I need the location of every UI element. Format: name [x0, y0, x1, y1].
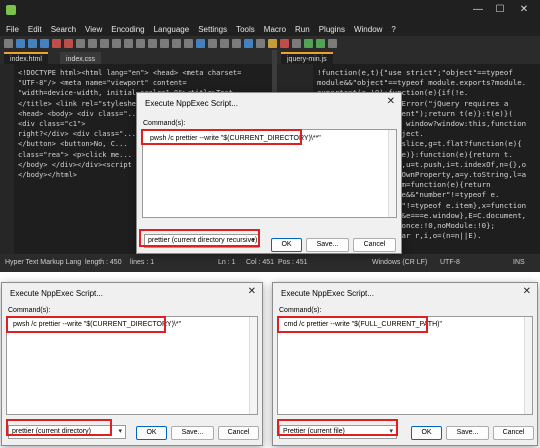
- show-all-chars-icon[interactable]: [220, 38, 229, 48]
- commands-label: Command(s):: [279, 307, 322, 314]
- function-list-icon[interactable]: [256, 38, 265, 48]
- close-button[interactable]: ✕: [516, 4, 532, 16]
- close-file-icon[interactable]: [52, 38, 61, 48]
- save-button[interactable]: Save...: [171, 426, 214, 440]
- dialog-close-button[interactable]: ✕: [387, 96, 395, 107]
- scrollbar[interactable]: [249, 317, 257, 414]
- save-all-icon[interactable]: [40, 38, 49, 48]
- folder-as-workspace-icon[interactable]: [268, 38, 277, 48]
- minimize-button[interactable]: —: [470, 4, 486, 16]
- tab-label: jquery-min.js: [287, 56, 327, 63]
- save-button[interactable]: Save...: [446, 426, 489, 440]
- ok-button[interactable]: OK: [271, 238, 302, 252]
- execute-nppexec-dialog-top: Execute NppExec Script... ✕ Command(s): …: [136, 92, 402, 254]
- scrollbar[interactable]: [388, 130, 396, 217]
- replace-icon[interactable]: [160, 38, 169, 48]
- maximize-button[interactable]: ☐: [492, 4, 508, 16]
- menu-language[interactable]: Language: [154, 25, 190, 34]
- status-language: Hyper Text Markup Lang: [5, 259, 82, 266]
- paste-icon[interactable]: [112, 38, 121, 48]
- cancel-button[interactable]: Cancel: [353, 238, 396, 252]
- status-eol: Windows (CR LF): [372, 259, 428, 266]
- redo-icon[interactable]: [136, 38, 145, 48]
- execute-nppexec-dialog-bottom-right: Execute NppExec Script... ✕ Command(s): …: [272, 282, 538, 446]
- script-highlight: [6, 419, 112, 436]
- app-icon: [6, 5, 16, 15]
- cancel-button[interactable]: Cancel: [218, 426, 259, 440]
- menu-help[interactable]: ?: [391, 25, 395, 34]
- open-file-icon[interactable]: [16, 38, 25, 48]
- undo-icon[interactable]: [124, 38, 133, 48]
- menu-plugins[interactable]: Plugins: [319, 25, 345, 34]
- command-highlight: [277, 316, 428, 333]
- ok-button[interactable]: OK: [411, 426, 442, 440]
- dialog-title: Execute NppExec Script...: [281, 289, 374, 298]
- status-pos: Pos : 451: [278, 259, 308, 266]
- script-highlight: [277, 419, 398, 436]
- cut-icon[interactable]: [88, 38, 97, 48]
- tab-jquery-min-js[interactable]: jquery-min.js: [281, 52, 333, 64]
- record-macro-icon[interactable]: [280, 38, 289, 48]
- copy-icon[interactable]: [100, 38, 109, 48]
- save-icon[interactable]: [28, 38, 37, 48]
- toolbar: [0, 36, 540, 50]
- cancel-button[interactable]: Cancel: [493, 426, 534, 440]
- indent-guide-icon[interactable]: [232, 38, 241, 48]
- tab-label: index.html: [10, 56, 42, 63]
- execute-nppexec-dialog-bottom-left: Execute NppExec Script... ✕ Command(s): …: [1, 282, 263, 446]
- find-icon[interactable]: [148, 38, 157, 48]
- dialog-title: Execute NppExec Script...: [10, 289, 103, 298]
- save-macro-icon[interactable]: [328, 38, 337, 48]
- menu-macro[interactable]: Macro: [264, 25, 286, 34]
- line-number-gutter: [0, 64, 14, 254]
- commands-label: Command(s):: [143, 120, 186, 127]
- print-icon[interactable]: [76, 38, 85, 48]
- menu-bar: File Edit Search View Encoding Language …: [0, 22, 540, 36]
- script-highlight: [139, 229, 260, 247]
- menu-run[interactable]: Run: [295, 25, 310, 34]
- zoom-out-icon[interactable]: [184, 38, 193, 48]
- status-bar: Hyper Text Markup Lang length : 450 line…: [0, 254, 540, 272]
- command-highlight: [141, 129, 302, 145]
- status-col: Col : 451: [246, 259, 275, 266]
- title-bar: — ☐ ✕: [0, 0, 540, 22]
- scrollbar[interactable]: [524, 317, 532, 414]
- dialog-close-button[interactable]: ✕: [523, 286, 531, 297]
- status-length: length : 450: [85, 259, 122, 266]
- command-highlight: [6, 316, 166, 333]
- menu-edit[interactable]: Edit: [28, 25, 42, 34]
- menu-settings[interactable]: Settings: [198, 25, 227, 34]
- menu-search[interactable]: Search: [51, 25, 76, 34]
- tab-label: index.css: [66, 56, 96, 63]
- dialog-title: Execute NppExec Script...: [145, 99, 238, 108]
- menu-file[interactable]: File: [6, 25, 19, 34]
- doc-map-icon[interactable]: [244, 38, 253, 48]
- status-ins: INS: [513, 259, 525, 266]
- ok-button[interactable]: OK: [136, 426, 167, 440]
- status-encoding: UTF-8: [440, 259, 460, 266]
- tab-bar-left: index.html index.css: [0, 50, 272, 64]
- word-wrap-icon[interactable]: [208, 38, 217, 48]
- commands-label: Command(s):: [8, 307, 51, 314]
- menu-encoding[interactable]: Encoding: [111, 25, 144, 34]
- play-macro-icon[interactable]: [304, 38, 313, 48]
- status-lines: lines : 1: [130, 259, 155, 266]
- menu-tools[interactable]: Tools: [236, 25, 255, 34]
- run-macro-multiple-icon[interactable]: [316, 38, 325, 48]
- tab-bar-right: jquery-min.js: [277, 50, 540, 64]
- close-all-icon[interactable]: [64, 38, 73, 48]
- menu-view[interactable]: View: [85, 25, 102, 34]
- tab-index-html[interactable]: index.html: [4, 52, 48, 64]
- zoom-in-icon[interactable]: [172, 38, 181, 48]
- status-ln: Ln : 1: [218, 259, 236, 266]
- menu-window[interactable]: Window: [354, 25, 382, 34]
- dialog-close-button[interactable]: ✕: [248, 286, 256, 297]
- tab-index-css[interactable]: index.css: [60, 52, 102, 64]
- chevron-down-icon: ▾: [118, 428, 122, 435]
- stop-macro-icon[interactable]: [292, 38, 301, 48]
- save-button[interactable]: Save...: [306, 238, 349, 252]
- sync-scroll-icon[interactable]: [196, 38, 205, 48]
- new-file-icon[interactable]: [4, 38, 13, 48]
